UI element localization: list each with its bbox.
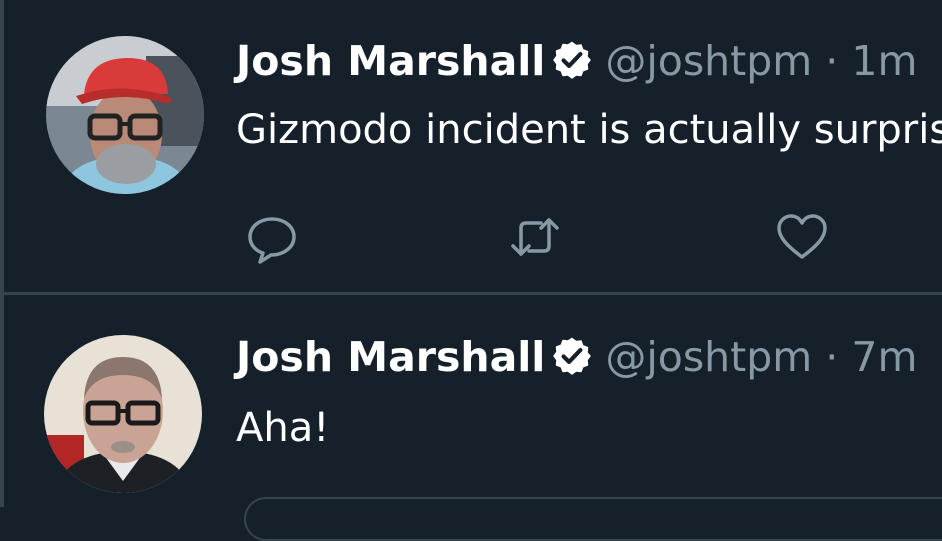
avatar[interactable] <box>44 335 202 493</box>
separator-dot: · <box>825 333 839 381</box>
avatar-image <box>46 36 204 194</box>
tweet-card[interactable]: Josh Marshall @joshtpm · 1m Gizmodo incid… <box>4 0 942 295</box>
tweet-text: Gizmodo incident is actually surpris <box>236 107 942 153</box>
timestamp[interactable]: 1m <box>851 37 917 85</box>
tweet-header: Josh Marshall @joshtpm · 7m <box>236 332 917 382</box>
tweet-text: Aha! <box>236 405 330 451</box>
heart-icon <box>777 214 827 259</box>
reply-icon <box>248 217 296 264</box>
retweet-button[interactable] <box>507 210 563 264</box>
separator-dot: · <box>825 37 839 85</box>
timestamp[interactable]: 7m <box>851 333 917 381</box>
author-name[interactable]: Josh Marshall <box>236 37 545 85</box>
like-button[interactable] <box>774 210 830 264</box>
tweet-card[interactable]: Josh Marshall @joshtpm · 7m <box>4 295 942 507</box>
quoted-tweet-card[interactable] <box>244 497 942 541</box>
tweet-header: Josh Marshall @joshtpm · 1m <box>236 36 917 86</box>
verified-badge-icon <box>551 335 593 377</box>
author-handle[interactable]: @joshtpm <box>605 333 812 381</box>
avatar-image <box>44 335 202 493</box>
author-name[interactable]: Josh Marshall <box>236 333 545 381</box>
author-handle[interactable]: @joshtpm <box>605 37 812 85</box>
reply-button[interactable] <box>244 210 300 264</box>
verified-badge-icon <box>551 39 593 81</box>
retweet-icon <box>511 218 559 256</box>
avatar[interactable] <box>46 36 204 194</box>
